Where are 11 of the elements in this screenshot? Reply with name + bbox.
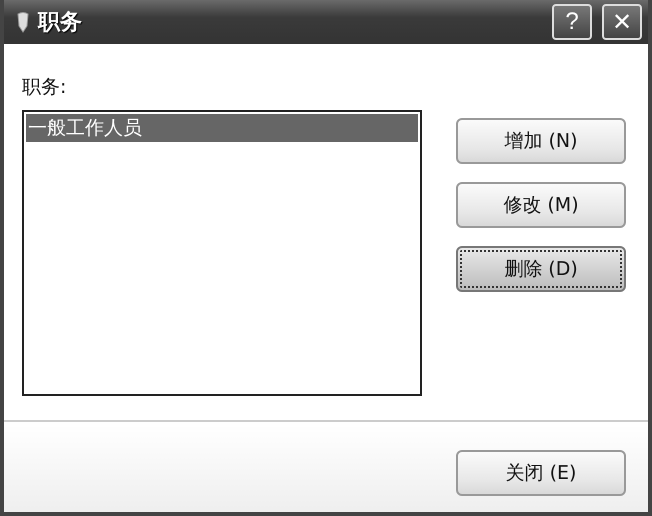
app-icon bbox=[16, 11, 30, 33]
action-button[interactable]: 删除 (D) bbox=[456, 246, 626, 292]
close-button[interactable]: 关闭 (E) bbox=[456, 450, 626, 496]
list-box[interactable]: 一般工作人员 bbox=[22, 110, 422, 396]
action-button[interactable]: 增加 (N) bbox=[456, 118, 626, 164]
list-item[interactable]: 一般工作人员 bbox=[26, 114, 418, 142]
window-title: 职务 bbox=[38, 9, 82, 37]
action-button[interactable]: 修改 (M) bbox=[456, 182, 626, 228]
list-label: 职务: bbox=[22, 75, 66, 100]
close-button[interactable]: ✕ bbox=[602, 4, 642, 40]
help-button[interactable]: ? bbox=[552, 4, 592, 40]
